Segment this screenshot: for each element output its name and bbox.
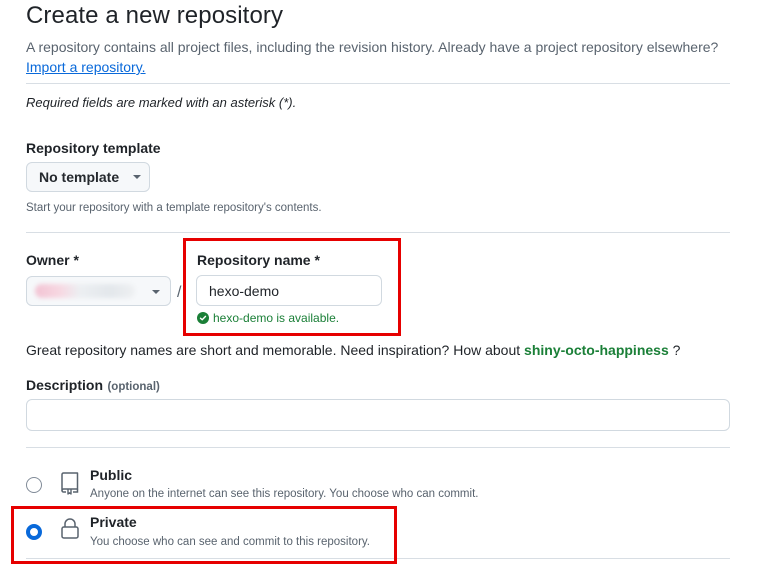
availability-message: hexo-demo is available. [197, 311, 339, 325]
check-circle-icon [197, 312, 209, 324]
chevron-down-icon [152, 290, 160, 294]
template-hint: Start your repository with a template re… [26, 202, 322, 214]
required-fields-note: Required fields are marked with an aster… [26, 95, 297, 110]
repository-name-value: hexo-demo [209, 282, 280, 299]
private-description: You choose who can see and commit to thi… [90, 536, 370, 548]
divider [26, 558, 730, 559]
owner-label: Owner * [26, 252, 79, 268]
template-button-label: No template [39, 169, 120, 185]
owner-avatar-redacted [35, 284, 135, 298]
lock-icon [60, 517, 80, 546]
divider [26, 83, 730, 84]
owner-select[interactable] [26, 276, 171, 306]
public-description: Anyone on the internet can see this repo… [90, 488, 479, 500]
template-dropdown-button[interactable]: No template [26, 162, 150, 192]
repository-name-input[interactable]: hexo-demo [196, 275, 382, 306]
divider [26, 232, 730, 233]
name-inspiration: Great repository names are short and mem… [26, 342, 680, 358]
description-input[interactable] [26, 399, 730, 431]
page-subtitle: A repository contains all project files,… [26, 39, 719, 55]
divider [26, 447, 730, 448]
public-title: Public [90, 467, 133, 483]
inspiration-text: Great repository names are short and mem… [26, 342, 521, 358]
template-label: Repository template [26, 140, 161, 156]
description-optional-tag: (optional) [107, 381, 160, 393]
public-radio[interactable] [26, 477, 42, 493]
import-repository-link[interactable]: Import a repository. [26, 57, 146, 77]
chevron-down-icon [133, 175, 142, 179]
repo-icon [59, 471, 81, 500]
description-label: Description [26, 377, 104, 393]
availability-text: hexo-demo is available. [213, 311, 340, 325]
owner-name-separator: / [177, 284, 182, 301]
inspiration-suffix: ? [672, 342, 681, 358]
suggested-name-link[interactable]: shiny-octo-happiness [524, 342, 669, 358]
private-radio[interactable] [26, 524, 42, 540]
repository-name-label: Repository name * [197, 252, 320, 268]
page-title: Create a new repository [26, 2, 284, 29]
private-title: Private [90, 514, 137, 530]
description-label-group: Description (optional) [26, 377, 160, 395]
